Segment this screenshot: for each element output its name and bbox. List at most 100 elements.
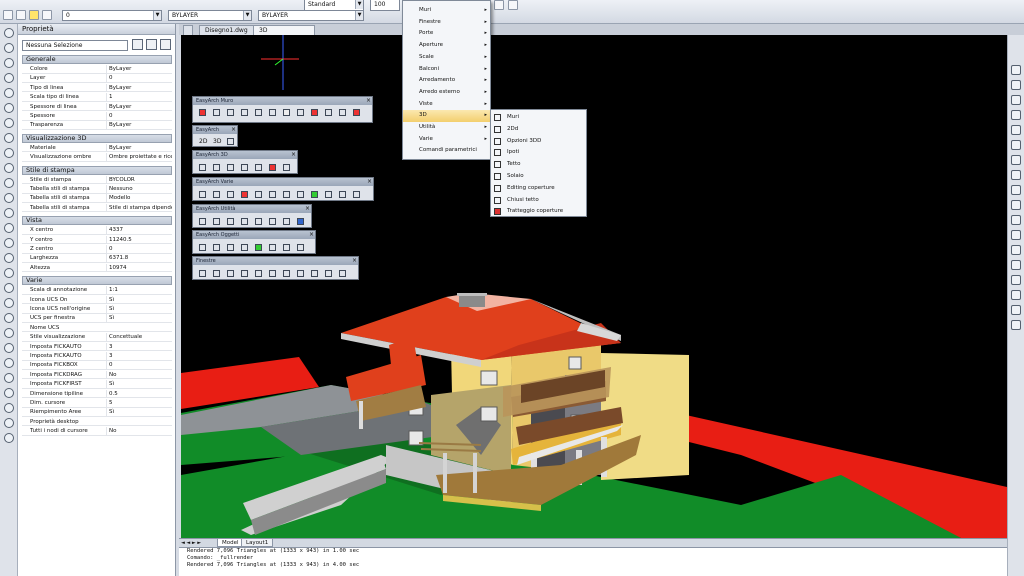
modify-tool-icon[interactable]	[1011, 320, 1021, 330]
modify-tool-icon[interactable]	[1011, 200, 1021, 210]
utility-icon[interactable]	[255, 218, 262, 225]
section-header[interactable]: Stile di stampa	[22, 165, 172, 175]
property-row[interactable]: Layer 0	[22, 74, 172, 83]
easyarch-oggetti-toolbar[interactable]: EasyArch Oggetti ×	[192, 230, 316, 254]
property-value[interactable]: Stile di stampa dipenden...	[106, 203, 172, 212]
3d-tool-icon[interactable]	[199, 164, 206, 171]
close-icon[interactable]: ×	[305, 205, 310, 213]
menu-item[interactable]: Viste ▸	[403, 99, 490, 111]
property-value[interactable]: BYCOLOR	[106, 175, 172, 184]
property-value[interactable]: No	[106, 370, 172, 379]
draw-tool-icon[interactable]	[4, 403, 14, 413]
tab-menu-icon[interactable]	[183, 25, 193, 35]
pickadd-icon[interactable]	[160, 39, 171, 50]
wall-tool-icon[interactable]	[297, 109, 304, 116]
easyarch-varie-toolbar[interactable]: EasyArch Varie ×	[192, 177, 374, 201]
easyarch-toolbar[interactable]: EasyArch × 2D 3D	[192, 125, 238, 147]
misc-tool-icon[interactable]	[227, 191, 234, 198]
draw-tool-icon[interactable]	[4, 373, 14, 383]
property-row[interactable]: Imposta FICKBOX 0	[22, 361, 172, 370]
wall-tool-icon[interactable]	[241, 109, 248, 116]
menu-item[interactable]: Aperture ▸	[403, 40, 490, 52]
misc-tool-icon[interactable]	[297, 191, 304, 198]
modify-tool-icon[interactable]	[1011, 155, 1021, 165]
view-icon[interactable]	[227, 138, 234, 145]
property-row[interactable]: Imposta FICKAUTO 3	[22, 352, 172, 361]
wall-tool-icon[interactable]	[227, 109, 234, 116]
tab-layout1[interactable]: Layout1	[241, 539, 274, 547]
draw-tool-icon[interactable]	[4, 88, 14, 98]
property-row[interactable]: Tutti i nodi di cursore No	[22, 427, 172, 436]
finestre-toolbar[interactable]: Finestre ×	[192, 256, 359, 280]
draw-tool-icon[interactable]	[4, 73, 14, 83]
misc-tool-icon[interactable]	[353, 191, 360, 198]
menu-item[interactable]: Scale ▸	[403, 52, 490, 64]
color-combo[interactable]: BYLAYER ▼	[168, 10, 252, 21]
misc-tool-icon[interactable]	[241, 191, 248, 198]
window-icon[interactable]	[255, 270, 262, 277]
object-icon[interactable]	[227, 244, 234, 251]
wall-tool-icon[interactable]	[213, 109, 220, 116]
close-icon[interactable]: ×	[231, 126, 236, 134]
modify-tool-icon[interactable]	[1011, 290, 1021, 300]
quick-select-icon[interactable]	[132, 39, 143, 50]
modify-tool-icon[interactable]	[1011, 170, 1021, 180]
property-value[interactable]: Modello	[106, 194, 172, 203]
section-header[interactable]: Visualizzazione 3D	[22, 133, 172, 143]
property-row[interactable]: Nome UCS	[22, 324, 172, 333]
property-value[interactable]: ByLayer	[106, 83, 172, 92]
submenu-item[interactable]: Tratteggio coperture	[491, 206, 587, 218]
draw-tool-icon[interactable]	[4, 103, 14, 113]
3d-tool-icon[interactable]	[241, 164, 248, 171]
modify-tool-icon[interactable]	[1011, 215, 1021, 225]
menu-item[interactable]: Muri ▸	[403, 5, 490, 17]
layer-combo[interactable]: 0 ▼	[62, 10, 162, 21]
window-icon[interactable]	[199, 270, 206, 277]
property-row[interactable]: Tabella stili di stampa Stile di stampa d…	[22, 203, 172, 213]
property-row[interactable]: Scala di annotazione 1:1	[22, 286, 172, 295]
tab-villetta[interactable]: 3D VILLETTA.DWG	[253, 25, 315, 43]
draw-tool-icon[interactable]	[4, 118, 14, 128]
submenu-item[interactable]: Solaio	[491, 171, 587, 183]
property-row[interactable]: Stile di stampa BYCOLOR	[22, 175, 172, 185]
utility-icon[interactable]	[241, 218, 248, 225]
property-row[interactable]: Visualizzazione ombre Ombre proiettate e …	[22, 153, 172, 162]
property-row[interactable]: Z centro 0	[22, 245, 172, 254]
property-value[interactable]: Sì	[106, 408, 172, 417]
select-objects-icon[interactable]	[146, 39, 157, 50]
tool-icon[interactable]	[508, 0, 518, 10]
property-row[interactable]: Dim. cursore 5	[22, 399, 172, 408]
object-icon[interactable]	[213, 244, 220, 251]
modify-tool-icon[interactable]	[1011, 275, 1021, 285]
command-line[interactable]: Rendered 7,096 Triangles at (1333 x 943)…	[179, 547, 1007, 576]
menu-item[interactable]: Utilità ▸	[403, 122, 490, 134]
misc-tool-icon[interactable]	[255, 191, 262, 198]
utility-icon[interactable]	[213, 218, 220, 225]
layer-manager-icon[interactable]	[3, 10, 13, 20]
property-value[interactable]: ByLayer	[106, 121, 172, 130]
property-row[interactable]: Materiale ByLayer	[22, 143, 172, 153]
tab-nav-arrows[interactable]: ◄ ◄ ► ►	[181, 539, 213, 547]
submenu-item[interactable]: Muri	[491, 112, 587, 124]
property-row[interactable]: Icona UCS nell'origine Sì	[22, 305, 172, 314]
property-value[interactable]: 1:1	[106, 286, 172, 295]
linetype-combo[interactable]: BYLAYER ▼	[258, 10, 364, 21]
wall-tool-icon[interactable]	[311, 109, 318, 116]
property-value[interactable]: ByLayer	[106, 65, 172, 73]
property-row[interactable]: Altezza 10974	[22, 263, 172, 273]
property-value[interactable]: ByLayer	[106, 143, 172, 152]
utility-icon[interactable]	[283, 218, 290, 225]
window-icon[interactable]	[297, 270, 304, 277]
draw-tool-icon[interactable]	[4, 58, 14, 68]
object-icon[interactable]	[199, 244, 206, 251]
draw-tool-icon[interactable]	[4, 133, 14, 143]
property-value[interactable]: Sì	[106, 305, 172, 313]
draw-tool-icon[interactable]	[4, 418, 14, 428]
submenu-item[interactable]: Tetto	[491, 159, 587, 171]
draw-tool-icon[interactable]	[4, 43, 14, 53]
property-value[interactable]: Sì	[106, 295, 172, 304]
property-row[interactable]: Scala tipo di linea 1	[22, 93, 172, 102]
property-value[interactable]: 6371.8	[106, 254, 172, 263]
section-header[interactable]: Vista	[22, 216, 172, 226]
close-icon[interactable]: ×	[309, 231, 314, 239]
